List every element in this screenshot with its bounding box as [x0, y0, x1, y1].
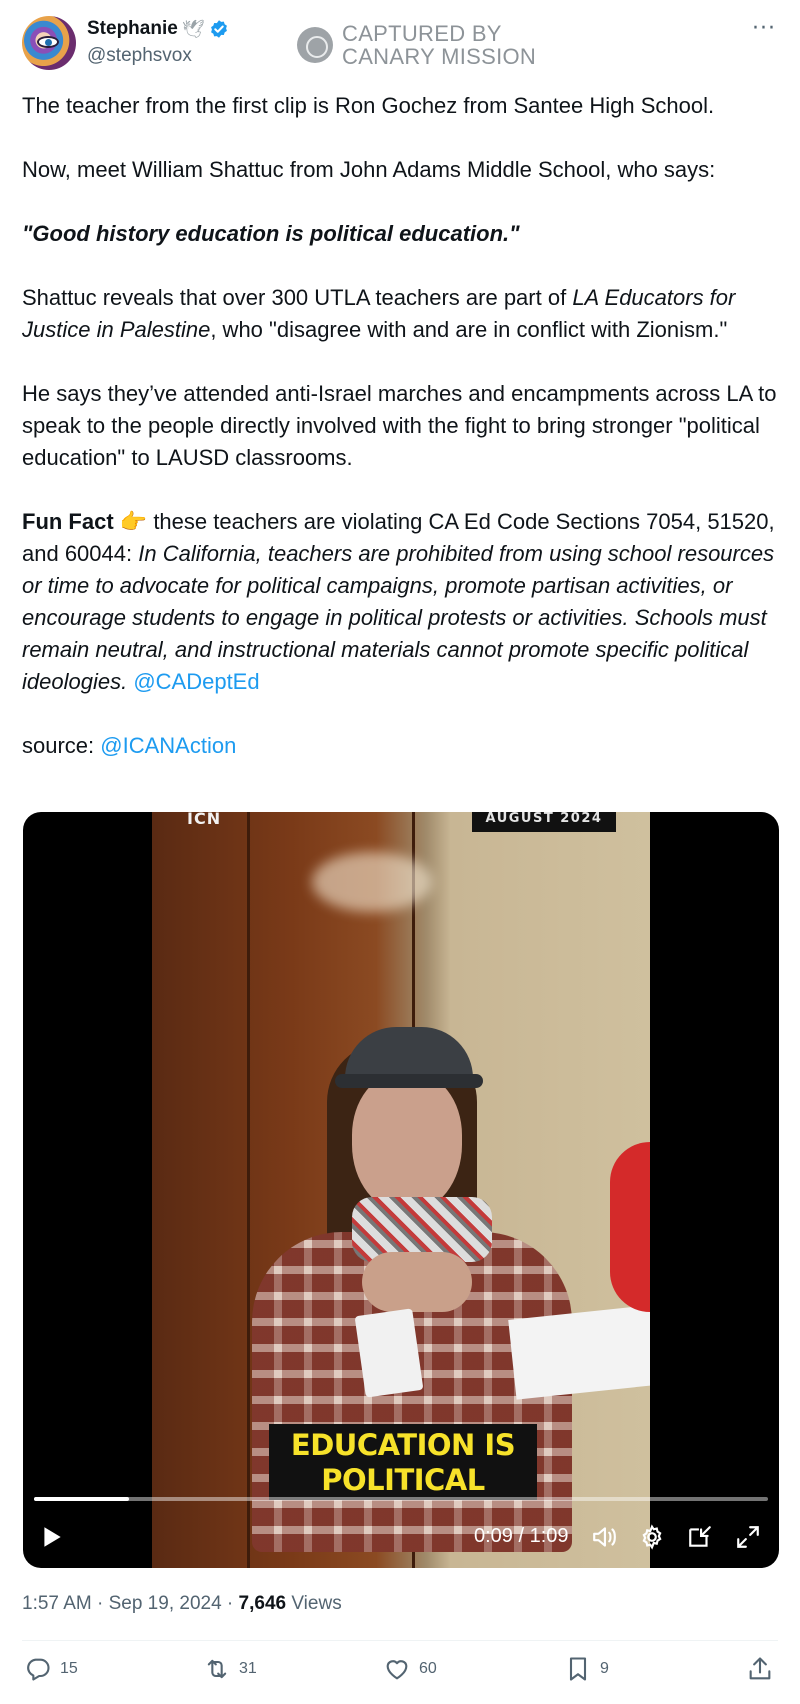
- tweet: Stephanie 🕊 @stephsvox CAPTURED BY CANAR…: [0, 0, 800, 1704]
- bookmark-count: 9: [600, 1660, 609, 1677]
- paragraph-1: The teacher from the first clip is Ron G…: [22, 93, 715, 118]
- share-button[interactable]: [746, 1655, 774, 1683]
- timestamp[interactable]: 1:57 AM · Sep 19, 2024 ·: [22, 1593, 239, 1614]
- share-icon: [749, 1657, 771, 1680]
- display-name[interactable]: Stephanie: [87, 18, 178, 40]
- video-date-tag: AUGUST 2024: [472, 812, 616, 832]
- action-bar: 15 31 60 9: [0, 1655, 800, 1695]
- like-button[interactable]: 60: [383, 1655, 437, 1683]
- mention-icanaction[interactable]: @ICANAction: [100, 733, 236, 758]
- verified-badge-icon: [210, 20, 227, 38]
- video-progress-bar[interactable]: [34, 1497, 768, 1501]
- video-time: 0:09 / 1:09: [474, 1525, 569, 1547]
- watermark-text: CAPTURED BY CANARY MISSION: [342, 22, 536, 68]
- views-label: Views: [286, 1593, 342, 1614]
- settings-gear-icon[interactable]: [639, 1524, 665, 1550]
- fun-fact-label: Fun Fact: [22, 509, 114, 534]
- picture-in-picture-icon[interactable]: [687, 1524, 713, 1550]
- pointing-emoji: 👉: [119, 509, 148, 534]
- like-count: 60: [419, 1660, 437, 1677]
- reply-button[interactable]: 15: [24, 1655, 78, 1683]
- video-logo: ICN: [187, 812, 222, 828]
- avatar[interactable]: [22, 16, 76, 70]
- p4-text-b: , who "disagree with and are in conflict…: [210, 317, 728, 342]
- handle[interactable]: @stephsvox: [87, 45, 192, 67]
- mention-cadepted[interactable]: @CADeptEd: [133, 669, 259, 694]
- canary-mission-logo-icon: [297, 27, 333, 63]
- watermark: CAPTURED BY CANARY MISSION: [297, 22, 536, 68]
- video-caption: EDUCATION IS POLITICAL: [269, 1424, 537, 1500]
- fullscreen-icon[interactable]: [735, 1524, 761, 1550]
- watermark-line-1: CAPTURED BY: [342, 21, 502, 46]
- paragraph-4: Shattuc reveals that over 300 UTLA teach…: [22, 282, 782, 346]
- more-options-icon[interactable]: ···: [752, 16, 776, 41]
- views-count: 7,646: [238, 1593, 287, 1614]
- paragraph-source: source: @ICANAction: [22, 730, 782, 762]
- dove-emoji: 🕊: [181, 18, 205, 40]
- bookmark-button[interactable]: 9: [564, 1655, 609, 1683]
- repost-count: 31: [239, 1660, 257, 1677]
- p4-text-a: Shattuc reveals that over 300 UTLA teach…: [22, 285, 573, 310]
- name-row: Stephanie 🕊: [87, 18, 229, 40]
- watermark-line-2: CANARY MISSION: [342, 44, 537, 69]
- source-label: source:: [22, 733, 101, 758]
- volume-muted-icon[interactable]: [591, 1523, 621, 1551]
- quote-paragraph: "Good history education is political edu…: [22, 221, 520, 246]
- paragraph-5: He says they’ve attended anti-Israel mar…: [22, 381, 777, 470]
- play-icon[interactable]: [39, 1524, 65, 1550]
- paragraph-6: Fun Fact 👉 these teachers are violating …: [22, 506, 782, 698]
- bookmark-icon: [569, 1657, 587, 1681]
- repost-button[interactable]: 31: [203, 1655, 257, 1683]
- repost-icon: [207, 1659, 227, 1679]
- video-progress-fill: [34, 1497, 130, 1501]
- heart-icon: [386, 1660, 408, 1680]
- tweet-text: The teacher from the first clip is Ron G…: [22, 90, 782, 794]
- paragraph-2: Now, meet William Shattuc from John Adam…: [22, 157, 716, 182]
- video-player[interactable]: ICN AUGUST 2024 EDUCATION IS POLITICAL 0…: [23, 812, 779, 1568]
- caption-line-1: EDUCATION IS: [290, 1428, 516, 1462]
- divider: [22, 1640, 778, 1641]
- reply-icon: [27, 1658, 50, 1681]
- reply-count: 15: [60, 1660, 78, 1677]
- caption-line-2: POLITICAL: [321, 1463, 485, 1497]
- tweet-meta: 1:57 AM · Sep 19, 2024 · 7,646 Views: [22, 1593, 342, 1615]
